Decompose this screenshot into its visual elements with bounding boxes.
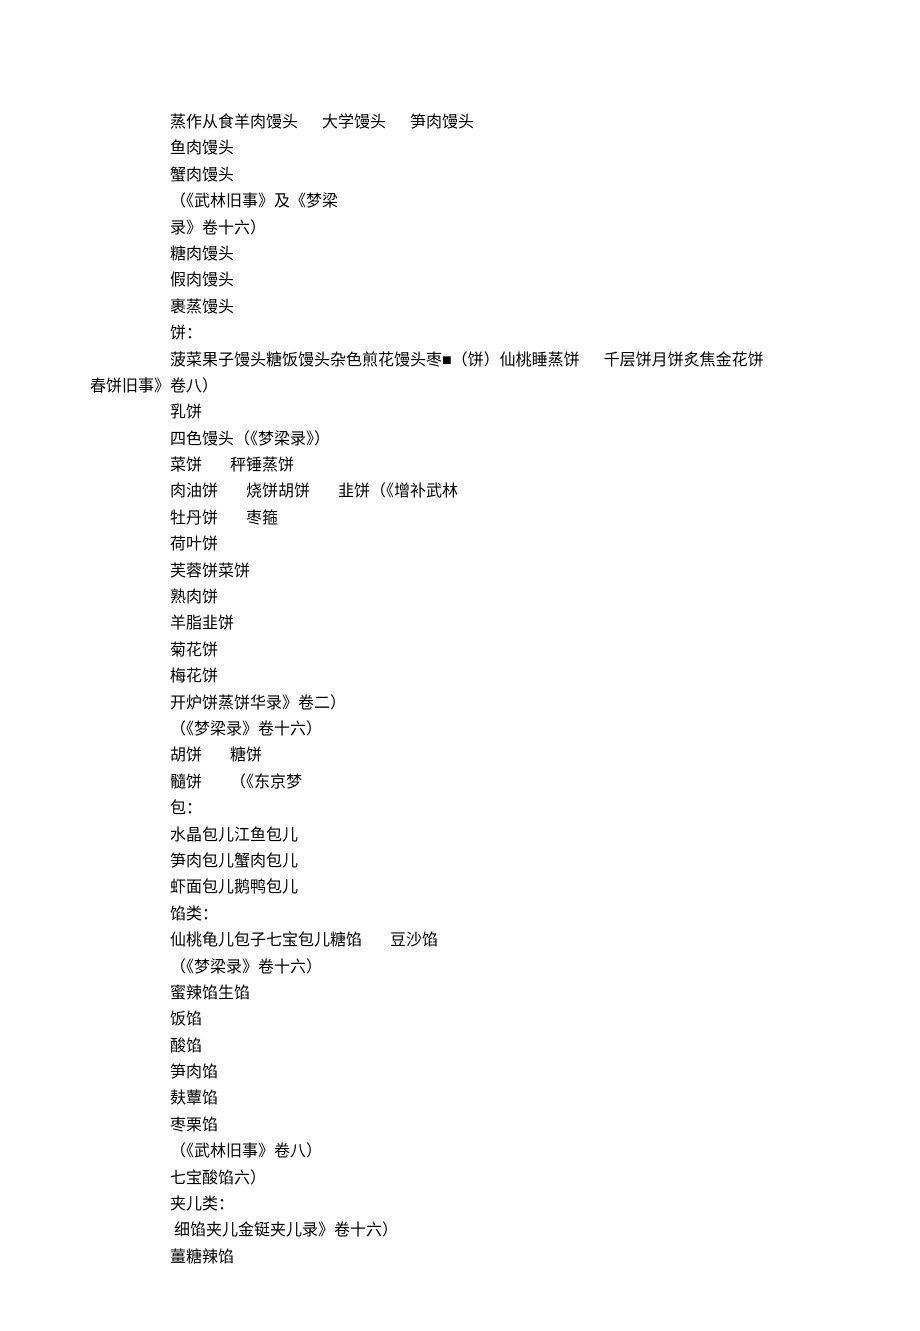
text-line: 蟹肉馒头 <box>90 163 830 189</box>
text-line: 饼： <box>90 321 830 347</box>
text-line: 夹儿类： <box>90 1192 830 1218</box>
text-line: 录》卷十六） <box>90 216 830 242</box>
text-line: 肉油饼 烧饼胡饼 韭饼（《增补武林 <box>90 479 830 505</box>
text-line: 菊花饼 <box>90 638 830 664</box>
text-line: 裹蒸馒头 <box>90 295 830 321</box>
text-line: 菜饼 秤锤蒸饼 <box>90 453 830 479</box>
text-line: （《梦梁录》卷十六） <box>90 717 830 743</box>
text-line: 芙蓉饼菜饼 <box>90 559 830 585</box>
text-line: （《梦梁录》卷十六） <box>90 955 830 981</box>
text-line: 乳饼 <box>90 400 830 426</box>
text-line: 包： <box>90 796 830 822</box>
text-line: 仙桃龟儿包子七宝包儿糖馅 豆沙馅 <box>90 928 830 954</box>
text-line: 酸馅 <box>90 1034 830 1060</box>
text-line: 饭馅 <box>90 1007 830 1033</box>
text-line: 胡饼 糖饼 <box>90 743 830 769</box>
text-line: （《武林旧事》卷八） <box>90 1139 830 1165</box>
text-line: 髓饼 （《东京梦 <box>90 770 830 796</box>
text-line: 蜜辣馅生馅 <box>90 981 830 1007</box>
text-line: （《武林旧事》及《梦梁 <box>90 189 830 215</box>
text-line: 细馅夹儿金铤夹儿录》卷十六） <box>90 1218 830 1244</box>
text-line: 牡丹饼 枣箍 <box>90 506 830 532</box>
text-line: 虾面包儿鹅鸭包儿 <box>90 875 830 901</box>
document-page: 蒸作从食羊肉馒头 大学馒头 笋肉馒头鱼肉馒头蟹肉馒头（《武林旧事》及《梦梁录》卷… <box>0 0 920 1331</box>
text-line: 麸蕈馅 <box>90 1086 830 1112</box>
text-line: 荷叶饼 <box>90 532 830 558</box>
text-line: 假肉馒头 <box>90 268 830 294</box>
text-line: 熟肉饼 <box>90 585 830 611</box>
text-line: 馅类： <box>90 902 830 928</box>
text-line: 水晶包儿江鱼包儿 <box>90 823 830 849</box>
text-line: 菠菜果子馒头糖饭馒头杂色煎花馒头枣■（饼）仙桃睡蒸饼 千层饼月饼炙焦金花饼 <box>90 348 830 374</box>
text-line: 春饼旧事》卷八） <box>90 374 830 400</box>
text-content: 蒸作从食羊肉馒头 大学馒头 笋肉馒头鱼肉馒头蟹肉馒头（《武林旧事》及《梦梁录》卷… <box>90 110 830 1271</box>
text-line: 梅花饼 <box>90 664 830 690</box>
text-line: 七宝酸馅六） <box>90 1166 830 1192</box>
text-line: 笋肉馅 <box>90 1060 830 1086</box>
text-line: 枣栗馅 <box>90 1113 830 1139</box>
text-line: 薑糖辣馅 <box>90 1245 830 1271</box>
text-line: 蒸作从食羊肉馒头 大学馒头 笋肉馒头 <box>90 110 830 136</box>
text-line: 四色馒头（《梦梁录》） <box>90 427 830 453</box>
text-line: 糖肉馒头 <box>90 242 830 268</box>
text-line: 笋肉包儿蟹肉包儿 <box>90 849 830 875</box>
text-line: 羊脂韭饼 <box>90 611 830 637</box>
text-line: 鱼肉馒头 <box>90 136 830 162</box>
text-line: 开炉饼蒸饼华录》卷二） <box>90 691 830 717</box>
